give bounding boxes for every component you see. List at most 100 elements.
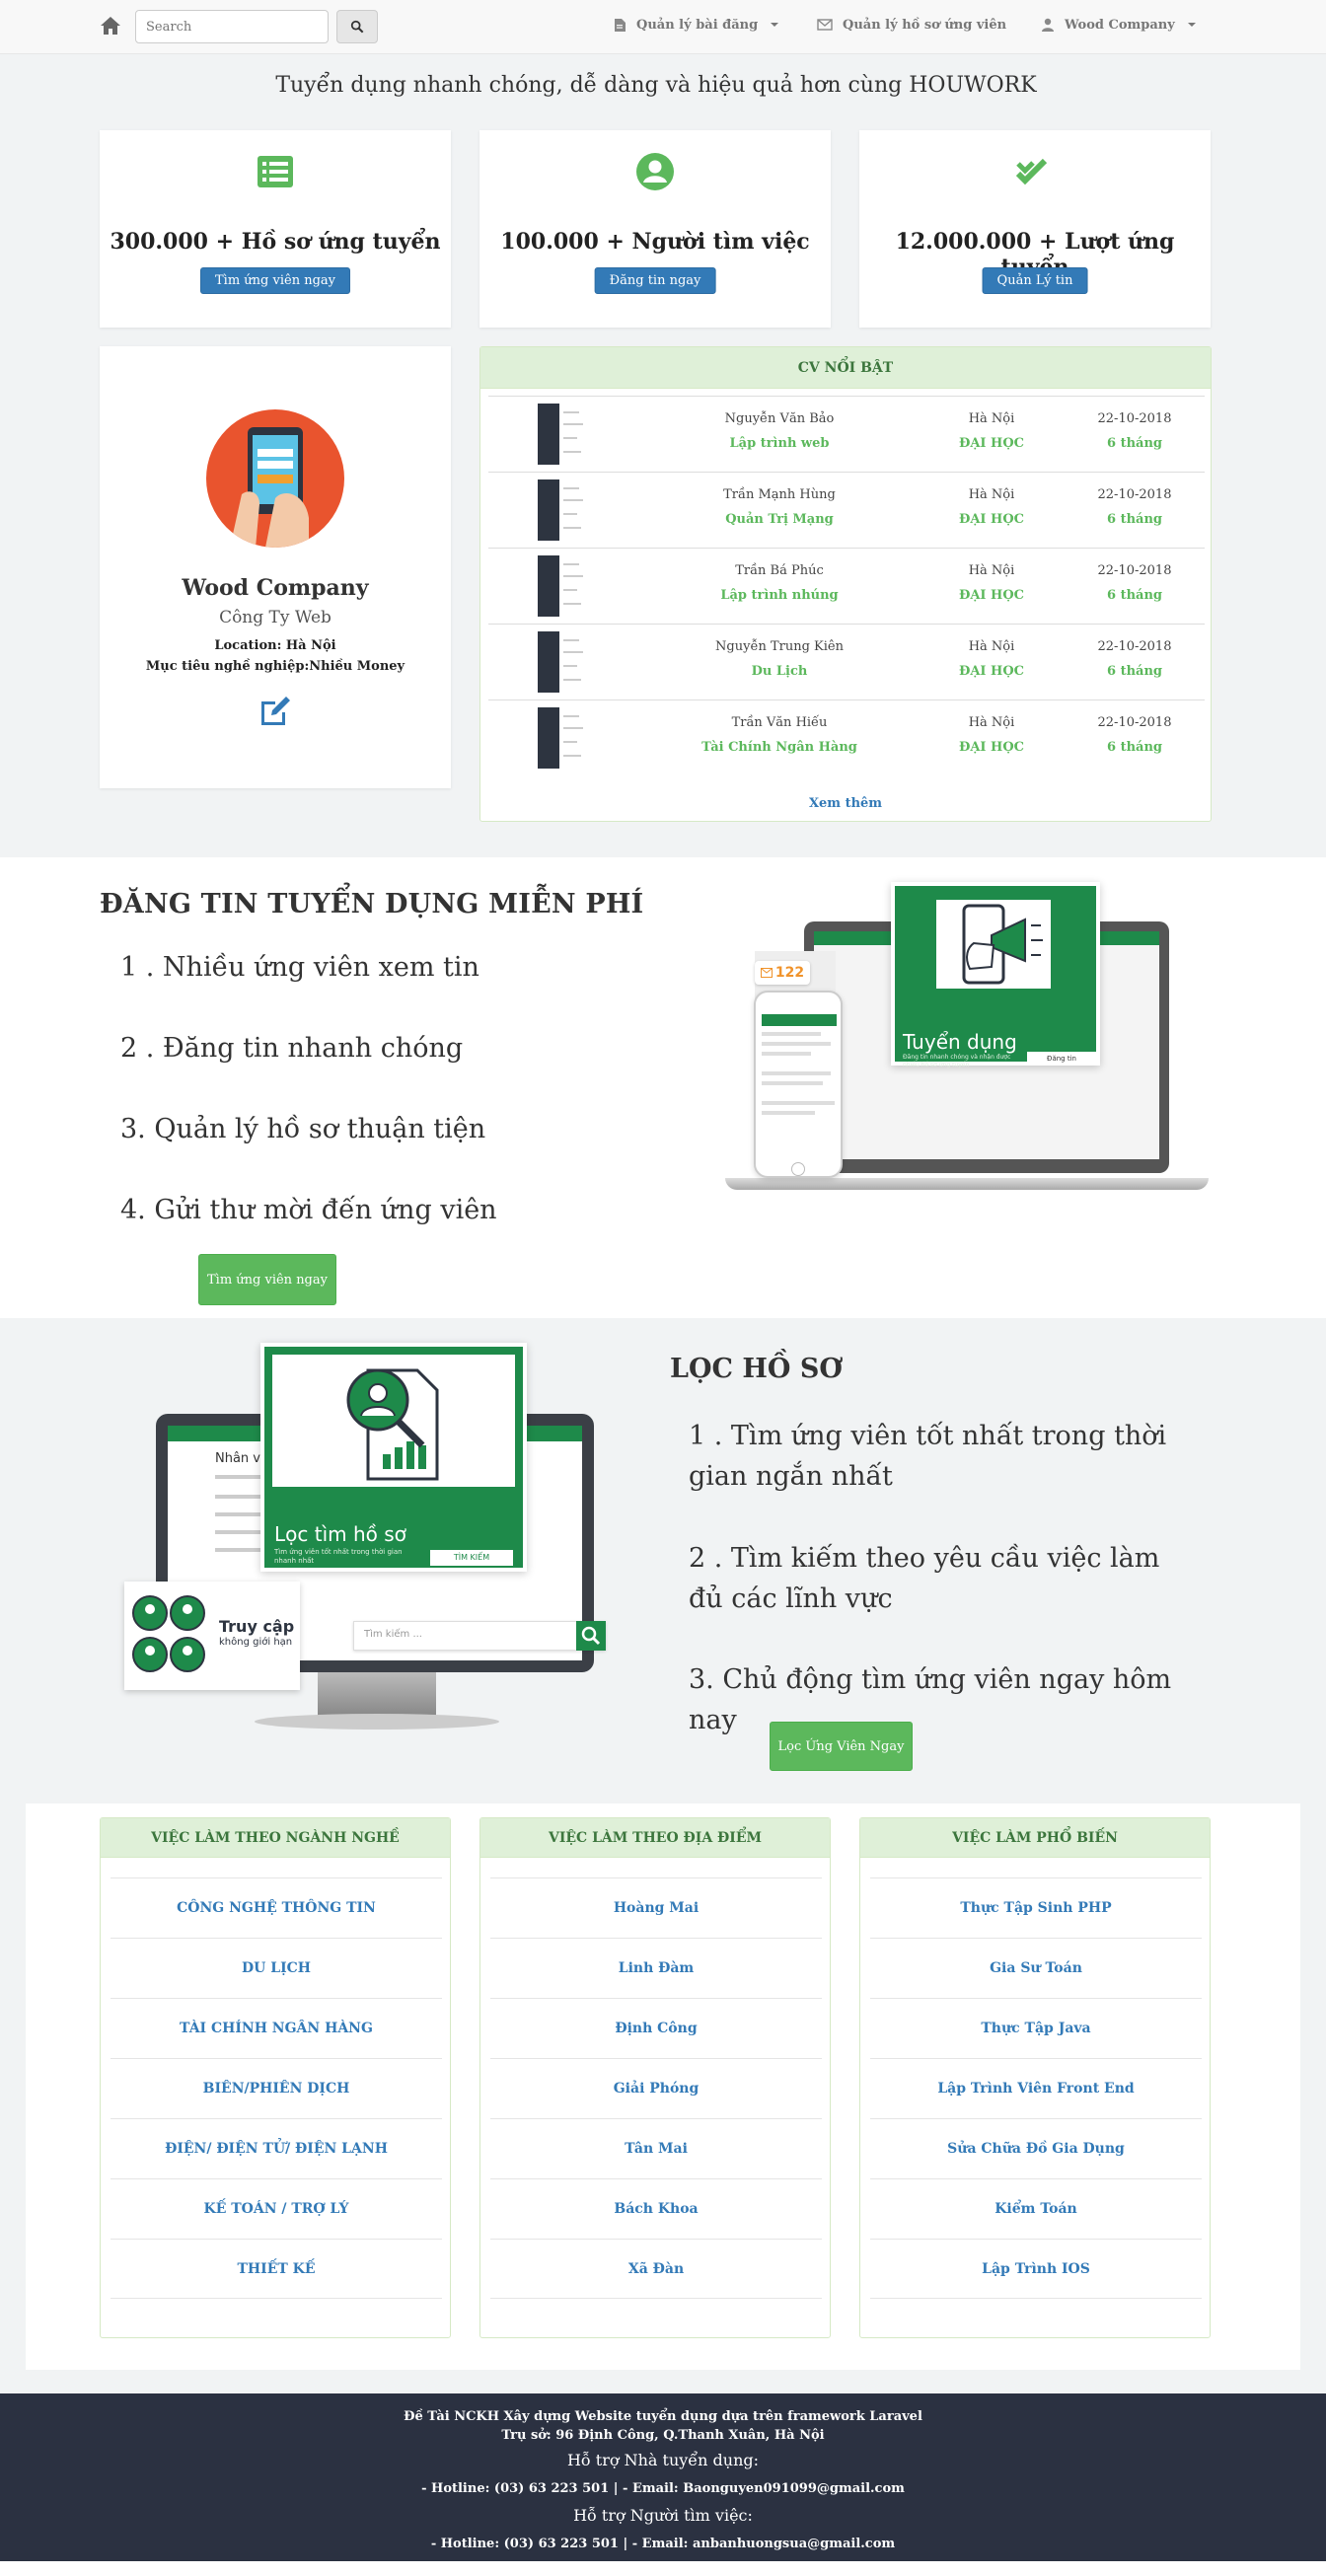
cv-row[interactable]: Nguyễn Trung Kiên Du Lịch Hà Nội ĐẠI HỌC… (488, 624, 1205, 699)
company-profile-card: Wood Company Công Ty Web Location: Hà Nộ… (100, 346, 451, 788)
job-link[interactable]: Kiểm Toán (870, 2178, 1202, 2239)
footer-employer-contact: - Hotline: (03) 63 223 501 | - Email: Ba… (421, 2481, 905, 2496)
find-candidates-button[interactable]: Tìm ứng viên ngay (200, 267, 350, 294)
job-link[interactable]: Hoàng Mai (490, 1877, 822, 1938)
home-icon[interactable] (99, 14, 122, 37)
footer-seeker-contact: - Hotline: (03) 63 223 501 | - Email: an… (430, 2537, 896, 2551)
manage-posts-button[interactable]: Quản Lý tin (982, 267, 1088, 294)
cv-date: 22-10-2018 (1097, 411, 1172, 426)
mail-icon (760, 968, 773, 978)
cv-date: 22-10-2018 (1097, 639, 1172, 654)
promo-filter-section: Nhân viên Lọc tìm hồ sơ Tìm ứng viên tốt… (0, 1318, 1326, 1803)
caret-down-icon (771, 23, 779, 27)
tagline: Tuyển dụng nhanh chóng, dễ dàng và hiệu … (275, 73, 1037, 98)
cv-city: Hà Nội (968, 715, 1015, 730)
promo-post-item: 2 . Đăng tin nhanh chóng (120, 1033, 464, 1064)
cv-city: Hà Nội (968, 411, 1015, 426)
job-link[interactable]: Xã Đàn (490, 2239, 822, 2299)
popular-jobs-panel: VIỆC LÀM PHỔ BIẾN Thực Tập Sinh PHP Gia … (859, 1817, 1211, 2338)
find-candidates-promo-button[interactable]: Tìm ứng viên ngay (198, 1254, 336, 1305)
search-profile-icon (346, 1368, 439, 1481)
megaphone-icon (936, 900, 1051, 989)
view-more-link[interactable]: Xem thêm (480, 796, 1211, 811)
job-link[interactable]: Tân Mai (490, 2118, 822, 2178)
job-link[interactable]: THIẾT KẾ (110, 2239, 442, 2299)
cv-job: Lập trình web (729, 436, 830, 451)
cv-job: Lập trình nhúng (720, 588, 839, 603)
cv-name: Nguyễn Văn Bảo (724, 411, 835, 426)
search-button[interactable] (336, 10, 378, 43)
caret-down-icon (1187, 23, 1196, 27)
cv-education: ĐẠI HỌC (958, 436, 1024, 451)
featured-cv-panel: CV NỔI BẬT Nguyễn Văn Bảo Lập trình web … (479, 346, 1212, 822)
cv-experience: 6 tháng (1107, 436, 1162, 451)
cv-name: Nguyễn Trung Kiên (715, 639, 844, 654)
cv-job: Du Lịch (751, 664, 808, 679)
nav-manage-posts[interactable]: Quản lý bài đăng (614, 0, 779, 49)
cv-date: 22-10-2018 (1097, 487, 1172, 502)
filter-candidates-button[interactable]: Lọc Ứng Viên Ngay (770, 1722, 913, 1771)
promo-filter-item: 1 . Tìm ứng viên tốt nhất trong thời gia… (689, 1421, 1167, 1492)
cv-experience: 6 tháng (1107, 588, 1162, 603)
search-input[interactable] (135, 10, 329, 43)
company-name: Wood Company (182, 575, 369, 601)
job-link[interactable]: Thực Tập Java (870, 1998, 1202, 2058)
job-link[interactable]: Thực Tập Sinh PHP (870, 1877, 1202, 1938)
cv-row[interactable]: Trần Mạnh Hùng Quản Trị Mạng Hà Nội ĐẠI … (488, 472, 1205, 548)
illustration-title: Lọc tìm hồ sơ (274, 1522, 406, 1546)
post-job-button[interactable]: Đăng tin ngay (594, 267, 716, 294)
stat-card-applications: 12.000.000 + Lượt ứng tuyển Quản Lý tin (859, 130, 1211, 328)
job-link[interactable]: Giải Phóng (490, 2058, 822, 2118)
job-link[interactable]: Gia Sư Toán (870, 1938, 1202, 1998)
cv-name: Trần Bá Phúc (735, 563, 824, 578)
cv-education: ĐẠI HỌC (958, 512, 1024, 527)
job-link[interactable]: ĐIỆN/ ĐIỆN TỬ/ ĐIỆN LẠNH (110, 2118, 442, 2178)
promo-post-item: 4. Gửi thư mời đến ứng viên (120, 1195, 497, 1225)
jobs-by-location-panel: VIỆC LÀM THEO ĐỊA ĐIỂM Hoàng Mai Linh Đà… (479, 1817, 831, 2338)
job-link[interactable]: Bách Khoa (490, 2178, 822, 2239)
file-icon (615, 18, 626, 32)
cv-row[interactable]: Trần Bá Phúc Lập trình nhúng Hà Nội ĐẠI … (488, 548, 1205, 624)
nav-account[interactable]: Wood Company (1041, 0, 1196, 49)
cv-thumbnail (538, 555, 587, 617)
illustration-search-button: TÌM KIẾM (430, 1550, 513, 1566)
job-link[interactable]: Linh Đàm (490, 1938, 822, 1998)
company-goal: Mục tiêu nghề nghiệp:Nhiều Money (145, 659, 405, 674)
cv-thumbnail (538, 631, 587, 693)
job-link[interactable]: Sửa Chữa Đồ Gia Dụng (870, 2118, 1202, 2178)
cv-thumbnail (538, 479, 587, 541)
users-network-icon (132, 1595, 205, 1672)
search-icon (350, 20, 364, 34)
job-link[interactable]: CÔNG NGHỆ THÔNG TIN (110, 1877, 442, 1938)
cv-row[interactable]: Trần Văn Hiếu Tài Chính Ngân Hàng Hà Nội… (488, 699, 1205, 775)
job-link[interactable]: Định Công (490, 1998, 822, 2058)
cv-name: Trần Mạnh Hùng (723, 487, 836, 502)
company-location: Location: Hà Nội (214, 638, 336, 653)
job-lists-container: VIỆC LÀM THEO NGÀNH NGHỀ CÔNG NGHỆ THÔNG… (26, 1803, 1300, 2370)
promo-post-item: 3. Quản lý hồ sơ thuận tiện (120, 1114, 486, 1144)
job-link[interactable]: TÀI CHÍNH NGÂN HÀNG (110, 1998, 442, 2058)
promo-post-title: ĐĂNG TIN TUYỂN DỤNG MIỄN PHÍ (100, 889, 644, 920)
notification-count: 122 (774, 965, 805, 981)
envelope-icon (817, 19, 833, 31)
illustration-access-subtitle: không giới hạn (219, 1637, 293, 1648)
edit-icon[interactable] (258, 694, 293, 729)
list-icon (258, 156, 293, 187)
job-link[interactable]: BIÊN/PHIÊN DỊCH (110, 2058, 442, 2118)
company-type: Công Ty Web (219, 608, 332, 627)
stat-resumes-text: 300.000 + Hồ sơ ứng tuyển (110, 229, 441, 255)
job-link[interactable]: Lập Trình Viên Front End (870, 2058, 1202, 2118)
cv-name: Trần Văn Hiếu (731, 715, 828, 730)
job-link[interactable]: KẾ TOÁN / TRỢ LÝ (110, 2178, 442, 2239)
job-lists-section: VIỆC LÀM THEO NGÀNH NGHỀ CÔNG NGHỆ THÔNG… (0, 1803, 1326, 2393)
nav-manage-posts-label: Quản lý bài đăng (636, 17, 759, 33)
jobs-by-field-heading: VIỆC LÀM THEO NGÀNH NGHỀ (101, 1818, 450, 1858)
illustration-post-button: Đăng tin (1027, 1052, 1096, 1066)
jobs-by-location-heading: VIỆC LÀM THEO ĐỊA ĐIỂM (480, 1818, 830, 1858)
job-link[interactable]: Lập Trình IOS (870, 2239, 1202, 2299)
jobs-by-field-panel: VIỆC LÀM THEO NGÀNH NGHỀ CÔNG NGHỆ THÔNG… (100, 1817, 451, 2338)
cv-row[interactable]: Nguyễn Văn Bảo Lập trình web Hà Nội ĐẠI … (488, 396, 1205, 472)
nav-manage-applications[interactable]: Quản lý hồ sơ ứng viên (817, 0, 1006, 49)
illustration-search-input: Tìm kiếm ... (364, 1629, 422, 1640)
job-link[interactable]: DU LỊCH (110, 1938, 442, 1998)
